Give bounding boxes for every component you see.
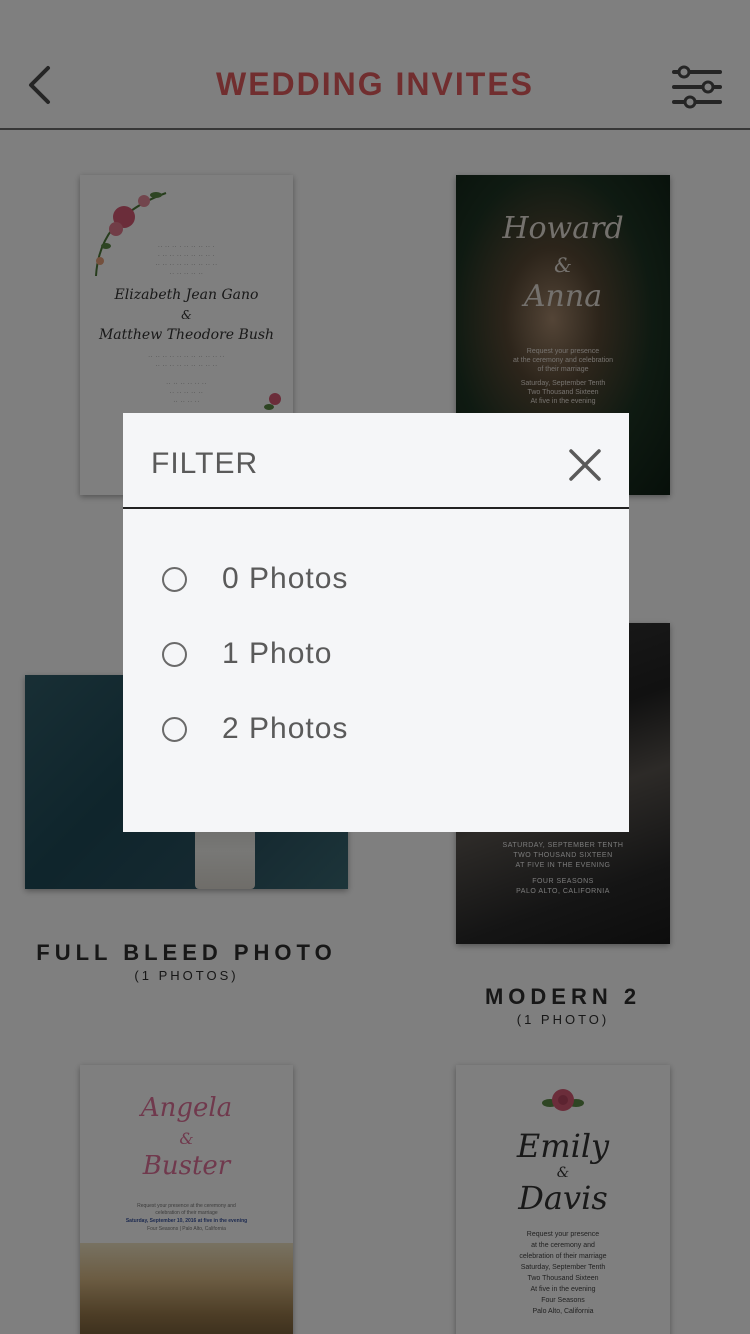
option-label: 0 Photos [222,562,349,595]
filter-dialog: FILTER 0 Photos 1 Photo 2 Photos [123,413,629,832]
option-label: 1 Photo [222,637,333,670]
filter-option-0-photos[interactable]: 0 Photos [151,550,591,610]
filter-option-2-photos[interactable]: 2 Photos [151,700,591,760]
radio-button[interactable] [162,567,187,592]
dialog-header: FILTER [123,413,629,509]
dialog-title: FILTER [151,447,259,480]
option-label: 2 Photos [222,712,349,745]
filter-option-1-photo[interactable]: 1 Photo [151,625,591,685]
close-button[interactable] [563,443,607,487]
radio-button[interactable] [162,717,187,742]
close-icon [569,449,601,481]
radio-button[interactable] [162,642,187,667]
